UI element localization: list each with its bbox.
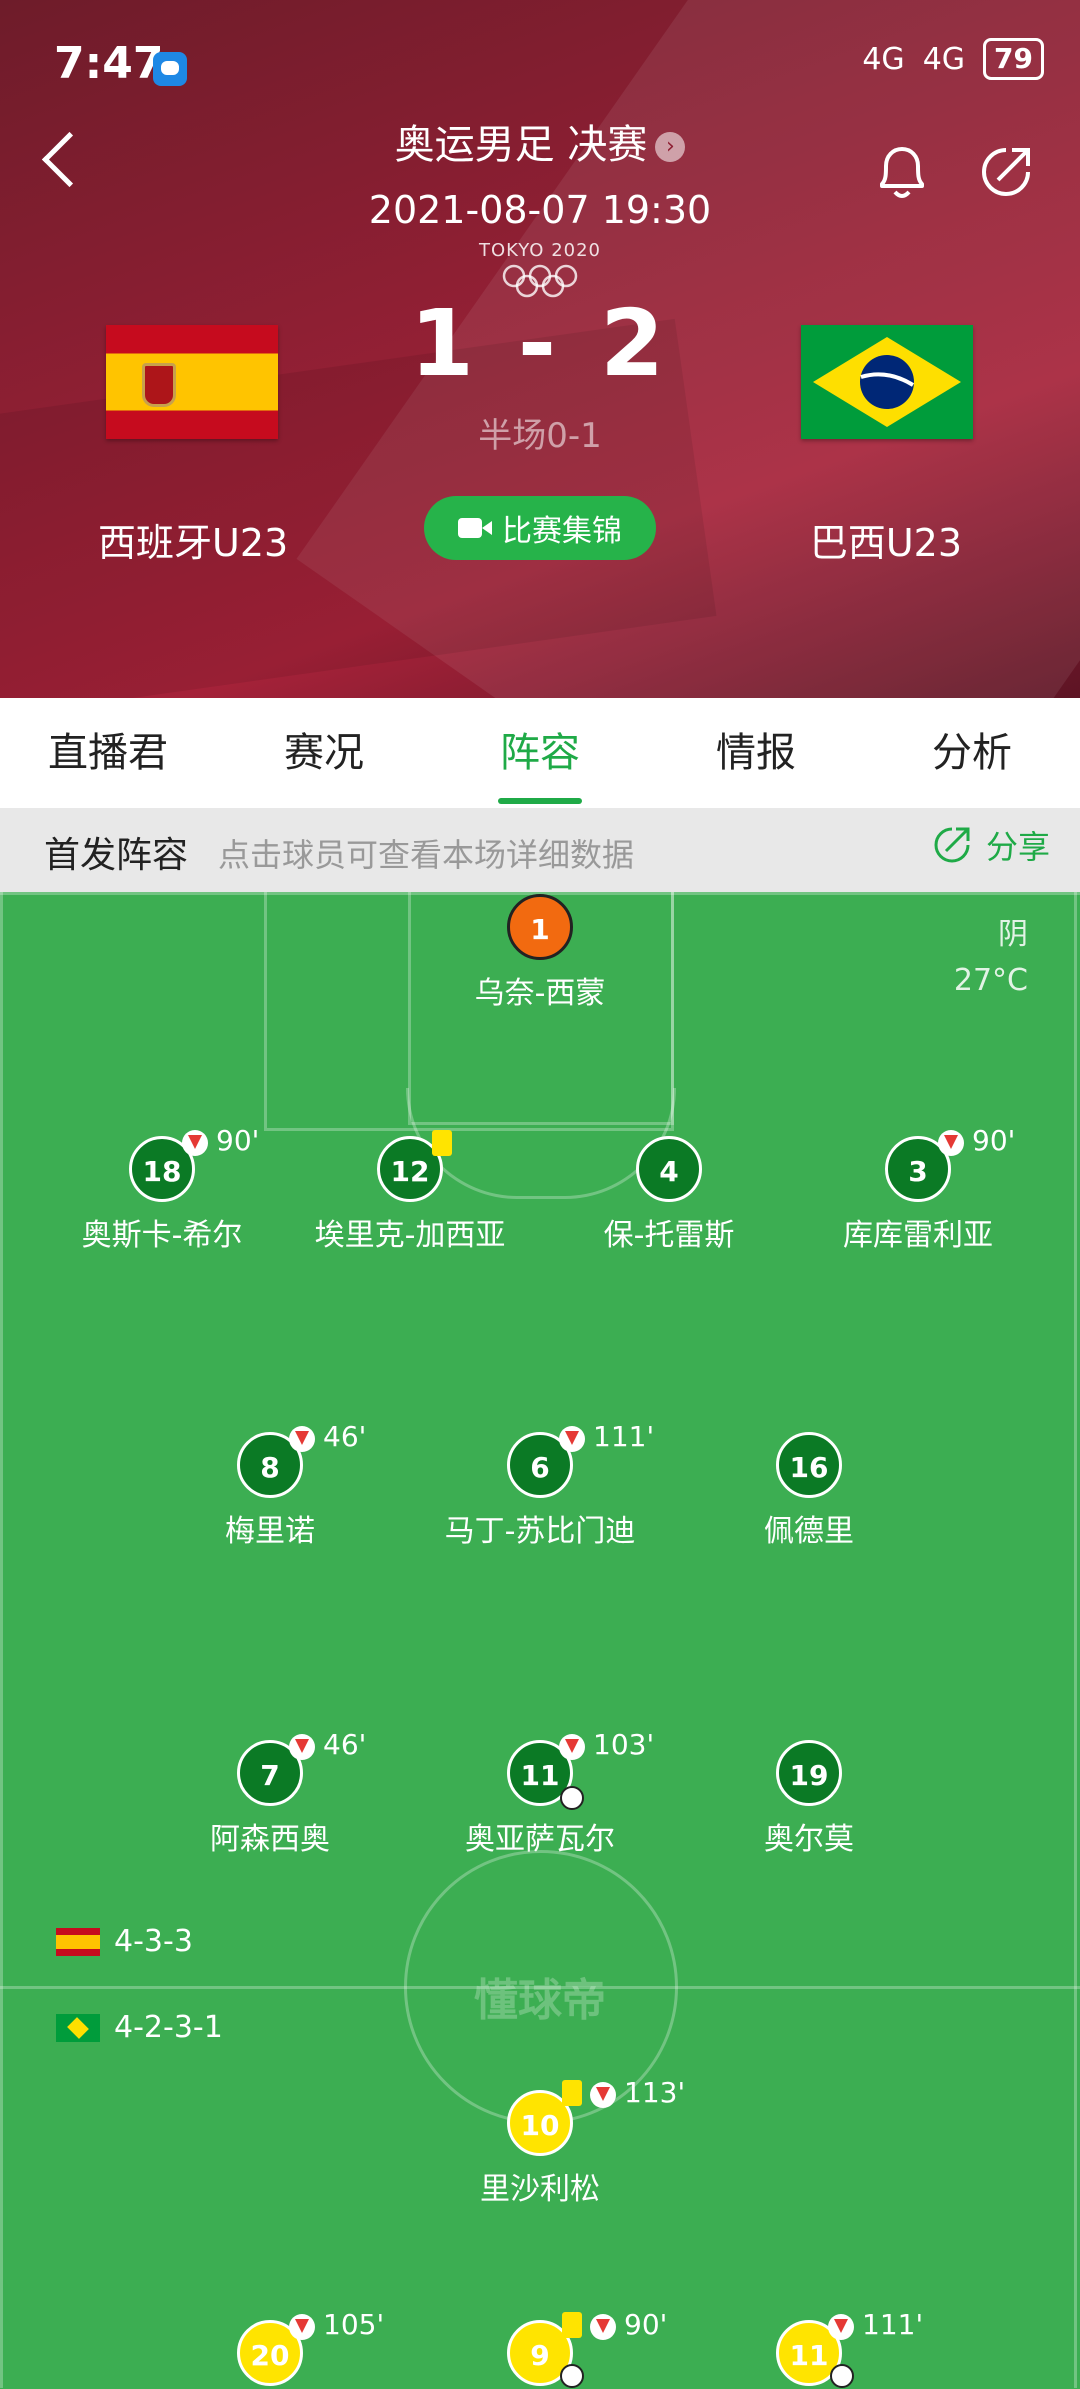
yellow-card-icon	[562, 2312, 582, 2338]
player-name: 梅里诺	[225, 1514, 315, 1549]
player-m3[interactable]: 16 佩德里	[689, 1432, 929, 1550]
player-name: 保-托雷斯	[603, 1218, 735, 1253]
away-mini-flag	[56, 2013, 100, 2042]
player-name: 里沙利松	[480, 2172, 600, 2207]
player-name: 奥尔莫	[764, 1822, 854, 1857]
player-name: 奥斯卡-希尔	[81, 1218, 243, 1253]
sub-minute: 90'	[624, 2308, 668, 2341]
player-number: 19	[776, 1740, 842, 1806]
match-title-text: 奥运男足 决赛	[394, 122, 648, 168]
sub-out-icon	[289, 1426, 315, 1452]
bell-icon[interactable]	[874, 140, 930, 202]
tab-live[interactable]: 直播君	[0, 698, 216, 808]
olympic-logo-text: TOKYO 2020	[478, 240, 602, 261]
sub-out-icon	[590, 2082, 616, 2108]
goal-ball-icon	[560, 1786, 584, 1810]
sub-out-icon	[289, 1734, 315, 1760]
sub-out-icon	[828, 2314, 854, 2340]
lineup-hint: 点击球员可查看本场详细数据	[218, 836, 635, 874]
sub-minute: 46'	[323, 1728, 367, 1761]
yellow-card-icon	[562, 2080, 582, 2106]
player-name: 奥亚萨瓦尔	[465, 1822, 615, 1857]
away-team-name[interactable]: 巴西U23	[810, 512, 962, 567]
tab-analysis[interactable]: 分析	[864, 698, 1080, 808]
battery-icon: 79	[983, 38, 1044, 80]
share-icon	[934, 827, 970, 863]
sub-out-icon	[559, 1426, 585, 1452]
player-name: 埃里克-加西亚	[314, 1218, 506, 1253]
player-name: 乌奈-西蒙	[474, 976, 606, 1011]
sub-minute: 90'	[216, 1124, 260, 1157]
player-d2[interactable]: 12 埃里克-加西亚	[290, 1136, 530, 1254]
status-icons: 4G 4G 79	[862, 38, 1044, 80]
temperature: 27°C	[953, 963, 1028, 998]
video-camera-icon	[458, 516, 492, 540]
home-mini-flag	[56, 1927, 100, 1956]
highlights-button[interactable]: 比赛集锦	[424, 496, 656, 560]
highlights-label: 比赛集锦	[502, 514, 622, 549]
share-button[interactable]: 分享	[930, 822, 1050, 868]
status-time: 7:47	[54, 38, 164, 89]
share-icon[interactable]	[976, 142, 1036, 202]
pitch-line	[0, 892, 3, 2388]
goal-ball-icon	[560, 2364, 584, 2388]
network-label: 4G	[922, 41, 966, 77]
tab-intel[interactable]: 情报	[648, 698, 864, 808]
share-label: 分享	[985, 828, 1050, 866]
sub-out-icon	[182, 1130, 208, 1156]
score: 1 - 2	[409, 290, 671, 397]
sub-out-icon	[938, 1130, 964, 1156]
sub-out-icon	[559, 1734, 585, 1760]
network-label: 4G	[862, 41, 905, 77]
player-number: 4	[636, 1136, 702, 1202]
lineup-title: 首发阵容	[44, 835, 189, 876]
sub-minute: 111'	[862, 2308, 924, 2341]
player-f3[interactable]: 19 奥尔莫	[689, 1740, 929, 1858]
player-name: 马丁-苏比门迪	[444, 1514, 636, 1549]
tab-lineup[interactable]: 阵容	[432, 698, 648, 808]
player-name: 阿森西奥	[210, 1822, 330, 1857]
sub-out-icon	[590, 2314, 616, 2340]
home-formation: 4-3-3	[56, 1924, 193, 1959]
sub-minute: 105'	[323, 2308, 385, 2341]
sub-minute: 113'	[624, 2076, 686, 2109]
sub-minute: 103'	[593, 1728, 655, 1761]
home-team-name[interactable]: 西班牙U23	[98, 512, 288, 567]
chevron-right-icon: ›	[655, 132, 686, 162]
home-formation-text: 4-3-3	[114, 1924, 193, 1959]
pitch-line	[1074, 892, 1077, 2388]
tab-bar: 直播君 赛况 阵容 情报 分析	[0, 698, 1080, 808]
assist-boot-icon	[830, 2364, 854, 2388]
player-gk[interactable]: 1 乌奈-西蒙	[420, 894, 660, 1012]
yellow-card-icon	[432, 1130, 452, 1156]
away-formation: 4-2-3-1	[56, 2010, 223, 2045]
player-name: 库库雷利亚	[843, 1218, 993, 1253]
weather-condition: 阴	[998, 917, 1028, 952]
player-number: 1	[507, 894, 573, 960]
sub-minute: 90'	[972, 1124, 1016, 1157]
player-number: 16	[776, 1432, 842, 1498]
sub-minute: 111'	[593, 1420, 655, 1453]
tab-match-events[interactable]: 赛况	[216, 698, 432, 808]
sub-out-icon	[289, 2314, 315, 2340]
halftime-score: 半场0-1	[478, 416, 602, 456]
message-app-icon	[153, 52, 187, 86]
weather: 阴 27°C	[954, 912, 1028, 1004]
sub-minute: 46'	[323, 1420, 367, 1453]
away-formation-text: 4-2-3-1	[114, 2010, 223, 2045]
player-d3[interactable]: 4 保-托雷斯	[549, 1136, 789, 1254]
player-name: 佩德里	[764, 1514, 854, 1549]
